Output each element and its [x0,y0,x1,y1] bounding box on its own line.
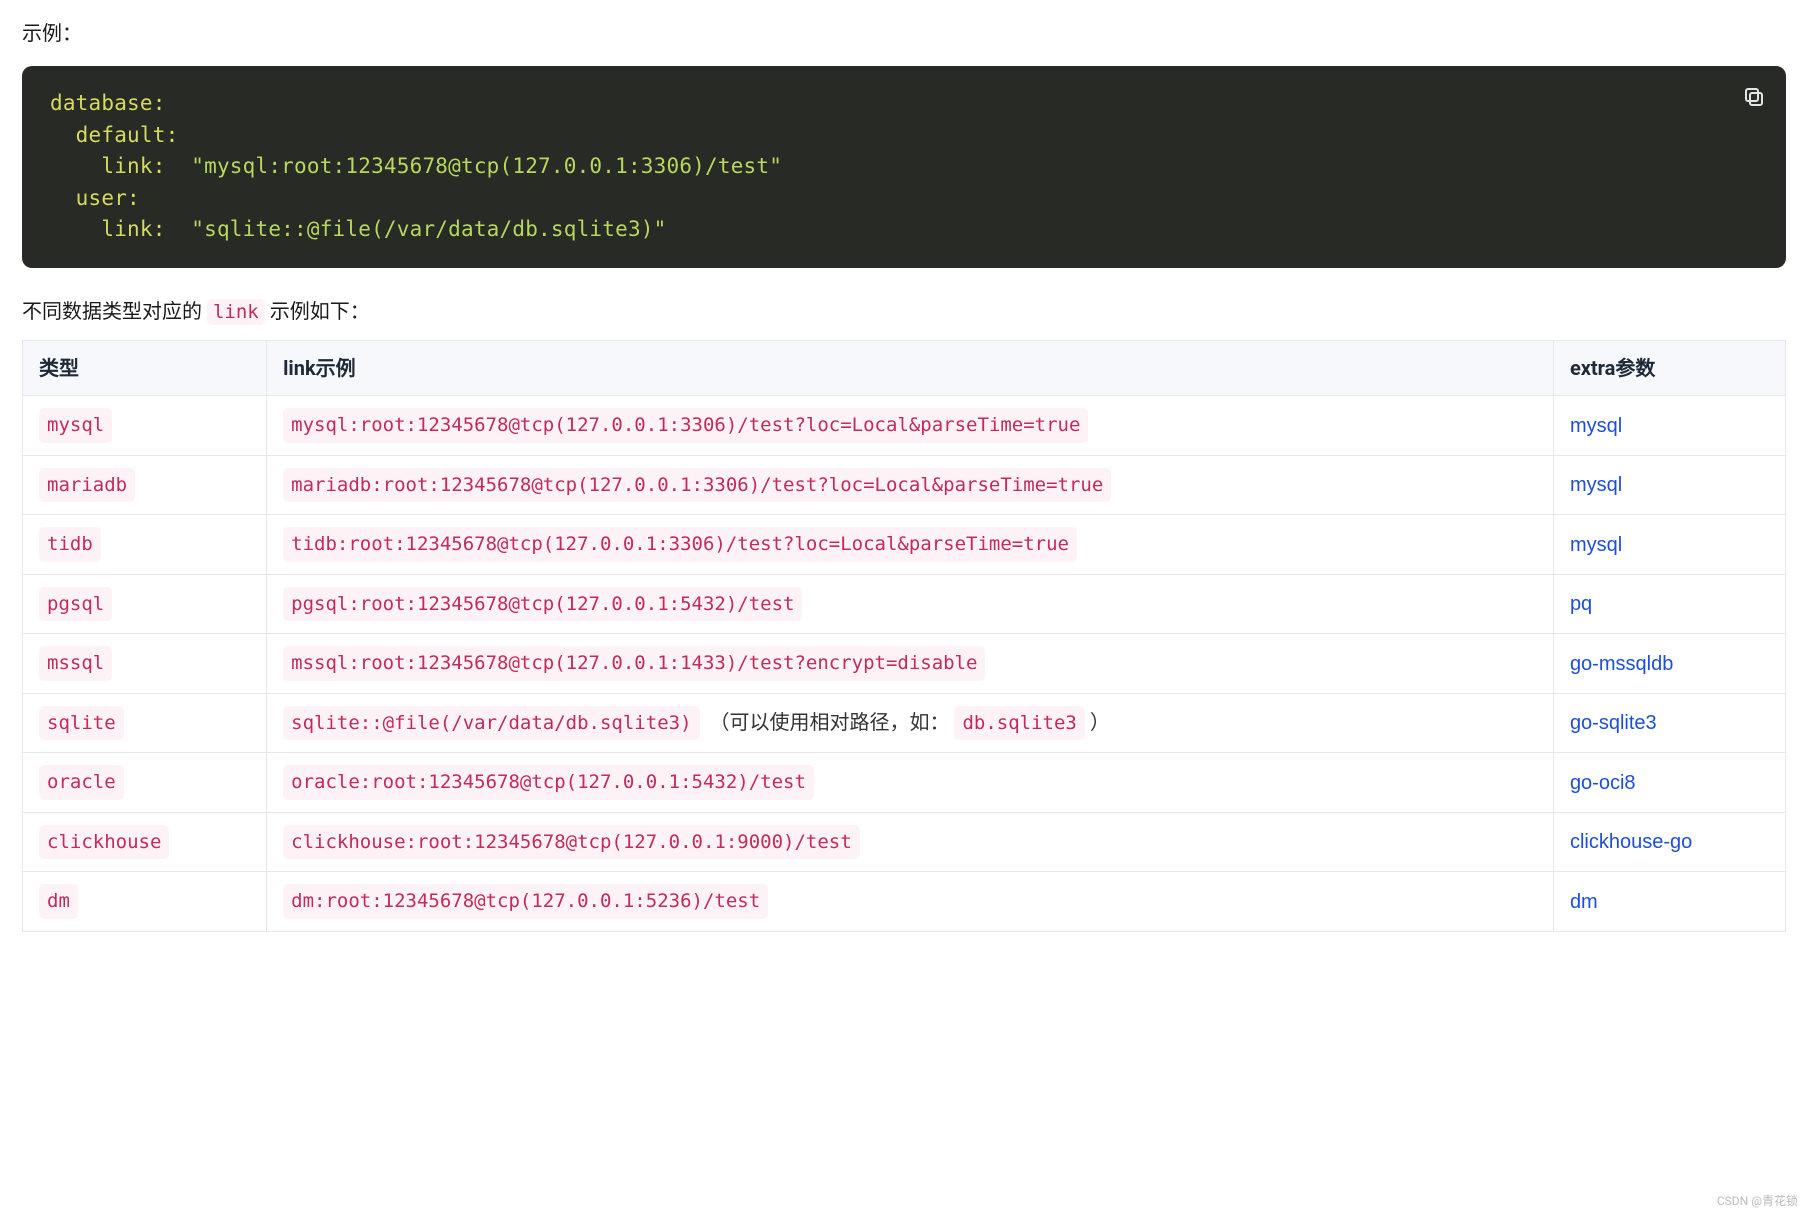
code-block: database: default: link: "mysql:root:123… [22,66,1786,268]
table-row: tidb tidb:root:12345678@tcp(127.0.0.1:330… [23,515,1786,575]
para-suffix: 示例如下： [265,299,370,323]
intro-text: 示例： [22,18,1786,48]
note-code: db.sqlite3 [954,706,1084,741]
extra-param-link[interactable]: dm [1570,891,1598,913]
table-row: mssql mssql:root:12345678@tcp(127.0.0.1:1… [23,634,1786,694]
extra-param-link[interactable]: mysql [1570,534,1622,556]
copy-code-button[interactable] [1736,80,1772,116]
db-type-code: dm [39,884,78,919]
extra-param-link[interactable]: mysql [1570,474,1622,496]
extra-param-link[interactable]: go-sqlite3 [1570,712,1657,734]
db-type-code: clickhouse [39,825,169,860]
copy-icon [1742,85,1766,112]
db-type-code: mariadb [39,468,135,503]
link-example-code: mysql:root:12345678@tcp(127.0.0.1:3306)/… [283,408,1088,443]
link-example-code: mssql:root:12345678@tcp(127.0.0.1:1433)/… [283,646,985,681]
link-example-code: mariadb:root:12345678@tcp(127.0.0.1:3306… [283,468,1111,503]
table-row: dm dm:root:12345678@tcp(127.0.0.1:5236)/t… [23,872,1786,932]
header-extra: extra参数 [1553,341,1785,396]
extra-param-link[interactable]: go-mssqldb [1570,653,1673,675]
code-content: database: default: link: "mysql:root:123… [50,88,1758,246]
watermark-text: CSDN @青花锁 [1717,1192,1798,1210]
link-example-code: dm:root:12345678@tcp(127.0.0.1:5236)/tes… [283,884,768,919]
link-example-code: clickhouse:root:12345678@tcp(127.0.0.1:9… [283,825,860,860]
db-type-code: pgsql [39,587,112,622]
example-note: （可以使用相对路径，如： db.sqlite3 ） [710,710,1110,734]
table-row: sqlite sqlite::@file(/var/data/db.sqlite3… [23,693,1786,753]
table-row: mysql mysql:root:12345678@tcp(127.0.0.1:3… [23,396,1786,456]
table-row: clickhouse clickhouse:root:12345678@tcp(1… [23,812,1786,872]
table-row: pgsql pgsql:root:12345678@tcp(127.0.0.1:5… [23,574,1786,634]
db-type-code: oracle [39,765,124,800]
db-type-code: tidb [39,527,101,562]
header-example: link示例 [267,341,1554,396]
db-type-code: mssql [39,646,112,681]
link-example-code: sqlite::@file(/var/data/db.sqlite3) [283,706,699,741]
table-header-row: 类型 link示例 extra参数 [23,341,1786,396]
extra-param-link[interactable]: pq [1570,593,1592,615]
db-type-code: mysql [39,408,112,443]
link-types-paragraph: 不同数据类型对应的 link 示例如下： [22,296,1786,327]
link-example-code: pgsql:root:12345678@tcp(127.0.0.1:5432)/… [283,587,802,622]
para-prefix: 不同数据类型对应的 [22,299,207,323]
inline-code-link: link [207,299,265,325]
header-type: 类型 [23,341,267,396]
link-example-code: oracle:root:12345678@tcp(127.0.0.1:5432)… [283,765,814,800]
link-example-code: tidb:root:12345678@tcp(127.0.0.1:3306)/t… [283,527,1077,562]
extra-param-link[interactable]: clickhouse-go [1570,831,1692,853]
extra-param-link[interactable]: go-oci8 [1570,772,1636,794]
db-type-code: sqlite [39,706,124,741]
extra-param-link[interactable]: mysql [1570,415,1622,437]
table-row: mariadb mariadb:root:12345678@tcp(127.0.0… [23,455,1786,515]
table-row: oracle oracle:root:12345678@tcp(127.0.0.1… [23,753,1786,813]
db-link-table: 类型 link示例 extra参数 mysql mysql:root:123456… [22,340,1786,932]
